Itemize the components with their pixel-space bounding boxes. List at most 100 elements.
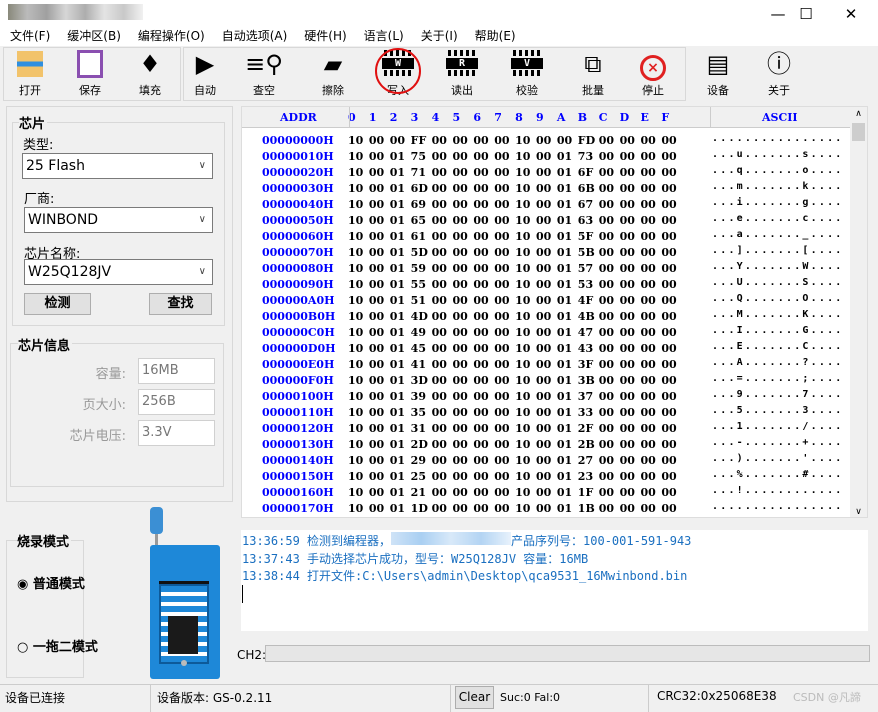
hex-byte[interactable]: 00 [473, 213, 494, 229]
hex-byte[interactable]: 00 [661, 373, 682, 389]
hex-byte[interactable]: 00 [536, 181, 557, 197]
hex-byte[interactable]: 1B [578, 501, 599, 517]
hex-byte[interactable]: 00 [473, 165, 494, 181]
hex-row[interactable]: 00000090H 10 00 01 55 00 00 00 00 10 00 01 53 00 00 00 0… [242, 277, 851, 293]
hex-byte[interactable]: 10 [348, 197, 369, 213]
hex-byte[interactable]: 01 [557, 453, 578, 469]
hex-byte[interactable]: 67 [578, 197, 599, 213]
hex-byte[interactable]: 00 [536, 293, 557, 309]
hex-byte[interactable]: 00 [536, 245, 557, 261]
hex-byte[interactable]: 10 [515, 341, 536, 357]
hex-byte[interactable]: 00 [432, 133, 453, 149]
hex-byte[interactable]: 10 [348, 373, 369, 389]
hex-byte[interactable]: 00 [452, 229, 473, 245]
hex-byte[interactable]: 00 [369, 501, 390, 517]
hex-byte[interactable]: 00 [494, 357, 515, 373]
hex-byte[interactable]: 00 [369, 309, 390, 325]
hex-byte[interactable]: 00 [661, 405, 682, 421]
hex-byte[interactable]: 00 [661, 485, 682, 501]
hex-byte[interactable]: 00 [369, 469, 390, 485]
hex-byte[interactable]: 00 [432, 501, 453, 517]
hex-byte[interactable]: 00 [494, 373, 515, 389]
hex-byte[interactable]: 45 [411, 341, 432, 357]
hex-byte[interactable]: 00 [369, 197, 390, 213]
menu-item[interactable]: 关于(I) [411, 28, 465, 46]
hex-byte[interactable]: 01 [390, 229, 411, 245]
hex-byte[interactable]: 00 [473, 373, 494, 389]
hex-byte[interactable]: 01 [390, 261, 411, 277]
hex-byte[interactable]: 01 [390, 165, 411, 181]
hex-byte[interactable]: 10 [348, 277, 369, 293]
hex-byte[interactable]: 00 [640, 181, 661, 197]
hex-byte[interactable]: 10 [515, 149, 536, 165]
hex-byte[interactable]: 00 [494, 261, 515, 277]
hex-byte[interactable]: 00 [620, 245, 641, 261]
hex-byte[interactable]: 00 [661, 437, 682, 453]
hex-byte[interactable]: 00 [661, 325, 682, 341]
hex-byte[interactable]: 00 [473, 197, 494, 213]
hex-byte[interactable]: 00 [640, 325, 661, 341]
hex-byte[interactable]: 00 [452, 357, 473, 373]
hex-byte[interactable]: 00 [452, 341, 473, 357]
hex-byte[interactable]: 00 [473, 309, 494, 325]
hex-byte[interactable]: 00 [661, 341, 682, 357]
hex-byte[interactable]: 00 [640, 293, 661, 309]
hex-byte[interactable]: 00 [473, 437, 494, 453]
hex-byte[interactable]: 00 [536, 197, 557, 213]
hex-byte[interactable]: 01 [390, 469, 411, 485]
hex-byte[interactable]: 00 [620, 485, 641, 501]
hex-byte[interactable]: 10 [348, 405, 369, 421]
hex-byte[interactable]: 00 [661, 293, 682, 309]
hex-byte[interactable]: 00 [369, 133, 390, 149]
hex-byte[interactable]: 00 [536, 309, 557, 325]
hex-byte[interactable]: 65 [411, 213, 432, 229]
hex-byte[interactable]: 00 [432, 213, 453, 229]
hex-byte[interactable]: 10 [348, 325, 369, 341]
hex-byte[interactable]: 00 [432, 165, 453, 181]
hex-byte[interactable]: 00 [494, 149, 515, 165]
hex-byte[interactable]: 25 [411, 469, 432, 485]
hex-byte[interactable]: 00 [473, 229, 494, 245]
hex-byte[interactable]: 00 [620, 165, 641, 181]
hex-byte[interactable]: 00 [473, 469, 494, 485]
hex-byte[interactable]: 41 [411, 357, 432, 373]
hex-byte[interactable]: 01 [557, 469, 578, 485]
hex-byte[interactable]: 00 [599, 469, 620, 485]
hex-byte[interactable]: 00 [369, 325, 390, 341]
hex-byte[interactable]: 00 [620, 309, 641, 325]
hex-byte[interactable]: 00 [452, 293, 473, 309]
hex-byte[interactable]: 00 [661, 133, 682, 149]
hex-byte[interactable]: 00 [536, 469, 557, 485]
hex-byte[interactable]: 00 [390, 133, 411, 149]
hex-byte[interactable]: 00 [432, 357, 453, 373]
maximize-icon[interactable]: ☐ [791, 4, 821, 24]
hex-byte[interactable]: 00 [473, 277, 494, 293]
hex-byte[interactable]: 63 [578, 213, 599, 229]
hex-byte[interactable]: 00 [536, 405, 557, 421]
hex-byte[interactable]: 00 [369, 357, 390, 373]
hex-byte[interactable]: 00 [452, 213, 473, 229]
detect-button[interactable]: 检测 [24, 293, 91, 315]
hex-byte[interactable]: 00 [536, 357, 557, 373]
hex-row[interactable]: 00000000H 10 00 00 FF 00 00 00 00 10 00 00 FD 00 00 00 0… [242, 133, 851, 149]
toolbar-button-info[interactable]: ⓘ 关于 [751, 46, 807, 102]
hex-byte[interactable]: 00 [620, 405, 641, 421]
hex-byte[interactable]: 10 [515, 469, 536, 485]
hex-byte[interactable]: 01 [557, 245, 578, 261]
hex-byte[interactable]: 00 [661, 245, 682, 261]
hex-byte[interactable]: 00 [369, 181, 390, 197]
hex-byte[interactable]: 10 [515, 485, 536, 501]
hex-byte[interactable]: 00 [640, 389, 661, 405]
hex-byte[interactable]: 00 [640, 261, 661, 277]
hex-byte[interactable]: 01 [557, 149, 578, 165]
hex-byte[interactable]: 00 [661, 165, 682, 181]
hex-byte[interactable]: 00 [536, 213, 557, 229]
hex-byte[interactable]: 00 [536, 149, 557, 165]
hex-byte[interactable]: 00 [473, 485, 494, 501]
hex-byte[interactable]: 10 [515, 405, 536, 421]
hex-byte[interactable]: 10 [348, 181, 369, 197]
hex-byte[interactable]: 00 [473, 405, 494, 421]
hex-byte[interactable]: 00 [620, 389, 641, 405]
vendor-select[interactable]: WINBOND ∨ [24, 207, 213, 233]
hex-byte[interactable]: 00 [494, 453, 515, 469]
